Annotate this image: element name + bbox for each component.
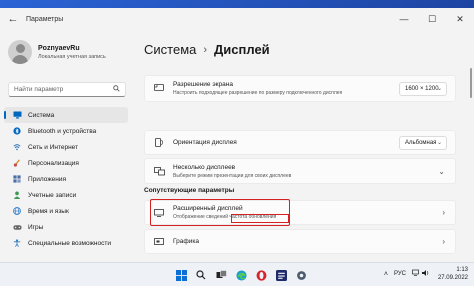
avatar	[8, 40, 32, 64]
gamepad-icon	[12, 222, 22, 232]
resolution-value: 1600 × 1200	[405, 85, 439, 92]
search-icon	[113, 85, 120, 94]
chevron-right-icon: ›	[442, 237, 445, 246]
taskbar: ˄ РУС 1:13 27.09.2022	[0, 262, 474, 286]
breadcrumb: Система › Дисплей	[144, 42, 270, 57]
sidebar-item-gaming[interactable]: Игры	[4, 219, 128, 235]
resolution-dropdown[interactable]: 1600 × 1200 ⌄	[399, 81, 447, 96]
sidebar-item-accounts[interactable]: Учетные записи	[4, 187, 128, 203]
title-bar: ← Параметры — ☐ ✕	[0, 8, 474, 30]
page-title: Дисплей	[214, 42, 270, 57]
advanced-display-title: Расширенный дисплей	[173, 205, 243, 212]
sidebar-item-label: Bluetooth и устройства	[28, 127, 97, 135]
breadcrumb-separator: ›	[203, 43, 208, 56]
close-button[interactable]: ✕	[446, 8, 474, 30]
back-button[interactable]: ←	[4, 10, 22, 28]
maximize-button[interactable]: ☐	[418, 8, 446, 30]
sidebar-item-network[interactable]: Сеть и Интернет	[4, 139, 128, 155]
sidebar-item-apps[interactable]: Приложения	[4, 171, 128, 187]
bluetooth-icon	[12, 126, 22, 136]
sidebar-item-personalization[interactable]: Персонализация	[4, 155, 128, 171]
graphics-title: Графика	[173, 238, 199, 245]
orientation-title: Ориентация дисплея	[173, 139, 237, 146]
language-indicator[interactable]: РУС	[394, 271, 406, 277]
network-sound-icons[interactable]	[412, 269, 430, 279]
apps-icon	[12, 174, 22, 184]
advanced-display-card[interactable]: Расширенный дисплей Отображение сведений…	[144, 200, 456, 225]
multiple-displays-card[interactable]: Несколько дисплеев Выберите режим презен…	[144, 158, 456, 184]
task-view-icon[interactable]	[212, 266, 230, 284]
section-related-label: Сопутствующие параметры	[144, 187, 235, 194]
sidebar-item-accessibility[interactable]: Специальные возможности	[4, 235, 128, 251]
sidebar-nav: Система Bluetooth и устройства Сеть и Ин…	[4, 107, 128, 251]
sidebar: PoznyaevRu Локальная учетная запись Найт…	[0, 30, 132, 262]
sidebar-item-time-language[interactable]: Время и язык	[4, 203, 128, 219]
breadcrumb-parent[interactable]: Система	[144, 42, 196, 57]
main-content: Система › Дисплей Разрешение экрана Наст…	[138, 30, 474, 262]
settings-window: ← Параметры — ☐ ✕ PoznyaevRu Локальная у…	[0, 8, 474, 262]
clock-date: 27.09.2022	[437, 275, 468, 281]
resolution-icon	[153, 84, 165, 94]
sidebar-item-label: Персонализация	[28, 159, 79, 167]
search-icon[interactable]	[192, 266, 210, 284]
system-tray: ˄ РУС 1:13 27.09.2022	[384, 266, 468, 282]
brush-icon	[12, 158, 22, 168]
sidebar-item-system[interactable]: Система	[4, 107, 128, 123]
chevron-up-icon[interactable]: ˄	[384, 271, 388, 278]
clock[interactable]: 1:13 27.09.2022	[438, 266, 468, 282]
sidebar-item-label: Специальные возможности	[28, 239, 111, 247]
tasks-icon[interactable]	[272, 266, 290, 284]
monitor-icon	[12, 110, 22, 120]
accessibility-icon	[12, 238, 22, 248]
resolution-title: Разрешение экрана	[173, 81, 233, 88]
sidebar-item-label: Сеть и Интернет	[28, 143, 79, 151]
minimize-button[interactable]: —	[390, 8, 418, 30]
sidebar-item-label: Игры	[28, 223, 44, 231]
orientation-icon	[153, 138, 165, 148]
profile[interactable]: PoznyaevRu Локальная учетная запись	[8, 40, 106, 64]
clock-time: 1:13	[456, 267, 468, 273]
chevron-down-icon: ⌄	[436, 139, 442, 146]
orientation-dropdown[interactable]: Альбомная ⌄	[399, 135, 447, 150]
orientation-value: Альбомная	[405, 139, 437, 146]
taskbar-apps	[172, 266, 312, 284]
resolution-card: Разрешение экрана Настроить подходящее р…	[144, 75, 456, 102]
graphics-card[interactable]: Графика ›	[144, 229, 456, 254]
graphics-icon	[153, 237, 165, 247]
advanced-display-subtitle: Отображение сведений частота обновления	[173, 214, 442, 220]
sidebar-item-label: Учетные записи	[28, 191, 77, 199]
orientation-card: Ориентация дисплея Альбомная ⌄	[144, 130, 456, 155]
search-placeholder: Найти параметр	[14, 86, 64, 93]
multiple-displays-title: Несколько дисплеев	[173, 163, 236, 171]
multiple-displays-subtitle: Выберите режим презентации для своих дис…	[173, 172, 292, 179]
edge-icon[interactable]	[232, 266, 250, 284]
advanced-display-subtitle-b: частота обновления	[229, 214, 277, 220]
chevron-down-icon: ⌄	[438, 166, 445, 176]
sidebar-item-label: Время и язык	[28, 207, 69, 215]
profile-name: PoznyaevRu	[38, 44, 80, 52]
search-input[interactable]: Найти параметр	[8, 82, 126, 97]
multiple-displays-icon	[153, 166, 165, 176]
opera-icon[interactable]	[252, 266, 270, 284]
profile-subtitle: Локальная учетная запись	[38, 53, 106, 60]
window-title: Параметры	[26, 15, 64, 23]
resolution-subtitle: Настроить подходящее разрешение по разме…	[173, 90, 343, 96]
person-icon	[12, 190, 22, 200]
scrollbar[interactable]	[470, 68, 472, 98]
display-icon	[153, 208, 165, 218]
sidebar-item-label: Система	[28, 111, 55, 119]
window-controls: — ☐ ✕	[390, 8, 474, 30]
network-icon	[12, 142, 22, 152]
advanced-display-subtitle-a: Отображение сведений	[173, 214, 228, 220]
chevron-right-icon: ›	[442, 208, 445, 217]
chevron-down-icon: ⌄	[436, 85, 442, 92]
windows-start-icon[interactable]	[172, 266, 190, 284]
sidebar-item-label: Приложения	[28, 175, 67, 183]
globe-icon	[12, 206, 22, 216]
settings-icon[interactable]	[292, 266, 310, 284]
sidebar-item-bluetooth[interactable]: Bluetooth и устройства	[4, 123, 128, 139]
